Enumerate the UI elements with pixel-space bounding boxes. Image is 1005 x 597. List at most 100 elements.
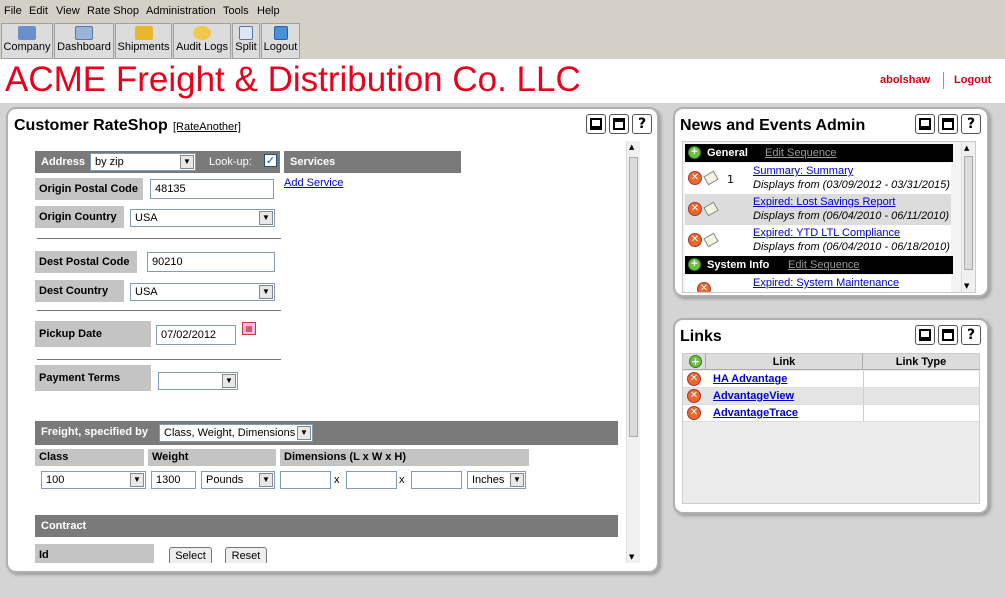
maximize-icon[interactable] [609, 114, 629, 134]
class-select[interactable]: 100 ▼ [41, 471, 146, 489]
edit-sequence-link[interactable]: Edit Sequence [788, 256, 860, 274]
link-name[interactable]: HA Advantage [713, 373, 787, 385]
links-title: Links [680, 328, 722, 345]
split-button[interactable]: Split [232, 23, 260, 59]
width-input[interactable] [346, 471, 397, 489]
audit-logs-button[interactable]: Audit Logs [173, 23, 231, 59]
weight-unit-select[interactable]: Pounds ▼ [201, 471, 275, 489]
news-item: ✕ Expired: YTD LTL Compliance Displays f… [685, 225, 951, 256]
weight-input[interactable]: 1300 [151, 471, 196, 489]
help-icon[interactable]: ? [961, 325, 981, 345]
payment-terms-label: Payment Terms [35, 365, 151, 391]
logout-icon [273, 26, 288, 40]
link-name[interactable]: AdvantageTrace [713, 407, 798, 419]
split-label: Split [235, 41, 257, 53]
maximize-icon[interactable] [938, 325, 958, 345]
delete-icon[interactable]: ✕ [687, 389, 701, 403]
scroll-up-icon[interactable]: ▲ [629, 143, 634, 151]
rateshop-title: Customer RateShop [14, 117, 168, 134]
news-dates: Displays from (03/09/2012 - 03/31/2015) [753, 179, 950, 191]
logout-link[interactable]: Logout [954, 74, 991, 86]
weight-unit-value: Pounds [206, 474, 244, 486]
form-scrollbar[interactable]: ▲ ▼ [626, 141, 640, 563]
news-scrollbar[interactable]: ▲ ▼ [961, 142, 975, 292]
divider [863, 388, 864, 404]
news-panel: News and Events Admin ? + General Edit S… [673, 107, 989, 297]
dims-unit-select[interactable]: Inches ▼ [467, 471, 526, 489]
minimize-icon[interactable] [915, 325, 935, 345]
help-icon[interactable]: ? [632, 114, 652, 134]
chevron-down-icon: ▼ [510, 473, 524, 487]
pickup-date-label: Pickup Date [35, 321, 151, 347]
menu-file[interactable]: File [4, 5, 22, 17]
delete-icon[interactable]: ✕ [697, 282, 711, 292]
dest-postal-label: Dest Postal Code [35, 251, 137, 273]
dest-postal-input[interactable]: 90210 [147, 252, 275, 272]
news-title-link[interactable]: Expired: System Maintenance [753, 277, 899, 289]
tag-icon[interactable] [703, 201, 719, 217]
dashboard-button[interactable]: Dashboard [54, 23, 114, 59]
scroll-up-icon[interactable]: ▲ [964, 144, 969, 152]
scroll-thumb[interactable] [629, 157, 638, 437]
add-icon[interactable]: + [688, 146, 701, 159]
delete-icon[interactable]: ✕ [688, 202, 702, 216]
table-row: ✕ AdvantageView [683, 388, 979, 405]
lookup-checkbox[interactable]: ✓ [264, 154, 277, 167]
select-button[interactable]: Select [169, 547, 212, 563]
links-table: + Link Link Type ✕ HA Advantage ✕ Advant… [682, 353, 980, 504]
calendar-icon[interactable]: ▦ [242, 322, 256, 335]
chevron-down-icon: ▼ [297, 426, 311, 440]
delete-icon[interactable]: ✕ [688, 171, 702, 185]
shipments-button[interactable]: Shipments [115, 23, 172, 59]
add-service-link[interactable]: Add Service [284, 177, 343, 189]
menu-help[interactable]: Help [257, 5, 280, 17]
news-title-link[interactable]: Summary: Summary [753, 165, 853, 177]
pickup-date-input[interactable]: 07/02/2012 [156, 325, 236, 345]
news-title-link[interactable]: Expired: Lost Savings Report [753, 196, 895, 208]
delete-icon[interactable]: ✕ [688, 233, 702, 247]
minimize-icon[interactable] [586, 114, 606, 134]
username-link[interactable]: abolshaw [880, 74, 930, 86]
section-name: General [707, 147, 748, 159]
tag-icon[interactable] [703, 170, 719, 186]
payment-terms-select[interactable]: ▼ [158, 372, 238, 390]
edit-sequence-link[interactable]: Edit Sequence [765, 144, 837, 162]
dest-country-label: Dest Country [35, 280, 124, 302]
services-header: Services [284, 151, 461, 173]
scroll-thumb[interactable] [964, 156, 973, 270]
company-brand: ACME Freight & Distribution Co. LLC [5, 60, 581, 99]
app-header: ACME Freight & Distribution Co. LLC abol… [0, 59, 1005, 103]
company-button[interactable]: Company [1, 23, 53, 59]
help-icon[interactable]: ? [961, 114, 981, 134]
logout-toolbar-button[interactable]: Logout [261, 23, 300, 59]
header-divider [943, 72, 944, 89]
add-icon[interactable]: + [689, 355, 702, 368]
freight-spec-select[interactable]: Class, Weight, Dimensions ▼ [159, 424, 313, 442]
news-title-link[interactable]: Expired: YTD LTL Compliance [753, 227, 900, 239]
menu-tools[interactable]: Tools [223, 5, 249, 17]
length-input[interactable] [280, 471, 331, 489]
maximize-icon[interactable] [938, 114, 958, 134]
menu-edit[interactable]: Edit [29, 5, 48, 17]
contract-header: Contract [35, 515, 618, 537]
add-icon[interactable]: + [688, 258, 701, 271]
dest-country-select[interactable]: USA ▼ [130, 283, 275, 301]
rate-another-link[interactable]: [RateAnother] [173, 121, 241, 133]
origin-postal-input[interactable]: 48135 [150, 179, 274, 199]
minimize-icon[interactable] [915, 114, 935, 134]
scroll-down-icon[interactable]: ▼ [629, 553, 634, 561]
scroll-down-icon[interactable]: ▼ [964, 282, 969, 290]
dimensions-label: Dimensions (L x W x H) [280, 449, 529, 466]
delete-icon[interactable]: ✕ [687, 406, 701, 420]
height-input[interactable] [411, 471, 462, 489]
menu-view[interactable]: View [56, 5, 80, 17]
tag-icon[interactable] [703, 232, 719, 248]
menu-bar: File Edit View Rate Shop Administration … [0, 0, 1005, 22]
delete-icon[interactable]: ✕ [687, 372, 701, 386]
menu-rate-shop[interactable]: Rate Shop [87, 5, 139, 17]
menu-administration[interactable]: Administration [146, 5, 216, 17]
address-select[interactable]: by zip ▼ [90, 153, 196, 171]
reset-button[interactable]: Reset [225, 547, 267, 563]
link-name[interactable]: AdvantageView [713, 390, 794, 402]
origin-country-select[interactable]: USA ▼ [130, 209, 275, 227]
